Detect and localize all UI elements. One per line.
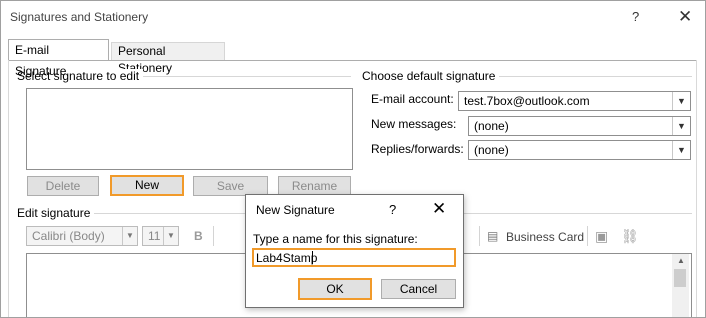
font-select[interactable]: Calibri (Body) ▼ (26, 226, 138, 246)
toolbar-separator (587, 226, 588, 246)
signature-name-input[interactable]: Lab4Stamp (252, 248, 456, 267)
business-card-icon: ▤ (487, 229, 499, 243)
chevron-down-icon: ▼ (122, 227, 137, 245)
insert-picture-icon[interactable]: ▣ (595, 228, 608, 245)
signature-name-value: Lab4Stamp (256, 251, 318, 265)
dialog-close-button[interactable]: ✕ (432, 199, 446, 219)
email-account-value: test.7box@outlook.com (464, 94, 590, 108)
replies-value: (none) (474, 143, 509, 157)
scroll-thumb[interactable] (674, 269, 686, 287)
business-card-button[interactable]: Business Card (506, 230, 584, 244)
cancel-button[interactable]: Cancel (381, 279, 456, 299)
signature-name-label: Type a name for this signature: (253, 232, 418, 246)
signatures-window: Signatures and Stationery ? ✕ Personal S… (0, 0, 706, 318)
close-button[interactable]: ✕ (678, 7, 692, 27)
chevron-down-icon: ▼ (672, 92, 690, 110)
tab-personal-stationery[interactable]: Personal Stationery (111, 42, 225, 75)
email-account-select[interactable]: test.7box@outlook.com ▼ (458, 91, 691, 111)
window-title: Signatures and Stationery (10, 10, 149, 24)
new-signature-dialog: New Signature ? ✕ Type a name for this s… (245, 194, 464, 308)
text-caret (312, 251, 313, 264)
hyperlink-icon[interactable]: ⛓ (621, 228, 639, 245)
font-size-select[interactable]: 11 ▼ (142, 226, 179, 246)
tab-email-signature[interactable]: E-mail Signature (8, 39, 109, 78)
dialog-help-button[interactable]: ? (389, 202, 396, 217)
toolbar-separator (213, 226, 214, 246)
new-messages-label: New messages: (371, 117, 457, 131)
chevron-down-icon: ▼ (672, 117, 690, 135)
delete-button[interactable]: Delete (27, 176, 99, 196)
toolbar-separator (479, 226, 480, 246)
ok-button[interactable]: OK (298, 278, 372, 300)
new-messages-select[interactable]: (none) ▼ (468, 116, 691, 136)
signature-list[interactable] (26, 88, 353, 170)
editor-scrollbar[interactable]: ▲ (672, 254, 689, 317)
bold-icon[interactable]: B (194, 229, 203, 243)
replies-select[interactable]: (none) ▼ (468, 140, 691, 160)
new-messages-value: (none) (474, 119, 509, 133)
font-size-value: 11 (148, 229, 161, 243)
tab-label: E-mail Signature (15, 43, 67, 78)
replies-label: Replies/forwards: (371, 142, 464, 156)
chevron-down-icon: ▼ (672, 141, 690, 159)
new-button[interactable]: New (110, 175, 184, 196)
chevron-down-icon: ▼ (163, 227, 178, 245)
font-value: Calibri (Body) (32, 229, 105, 243)
rename-button[interactable]: Rename (278, 176, 351, 196)
scroll-up-icon[interactable]: ▲ (677, 256, 685, 265)
save-button[interactable]: Save (193, 176, 268, 196)
dialog-title: New Signature (256, 203, 335, 217)
default-signature-label: Choose default signature (362, 69, 500, 83)
edit-signature-label: Edit signature (17, 206, 95, 220)
email-account-label: E-mail account: (371, 92, 454, 106)
help-button[interactable]: ? (632, 9, 639, 24)
